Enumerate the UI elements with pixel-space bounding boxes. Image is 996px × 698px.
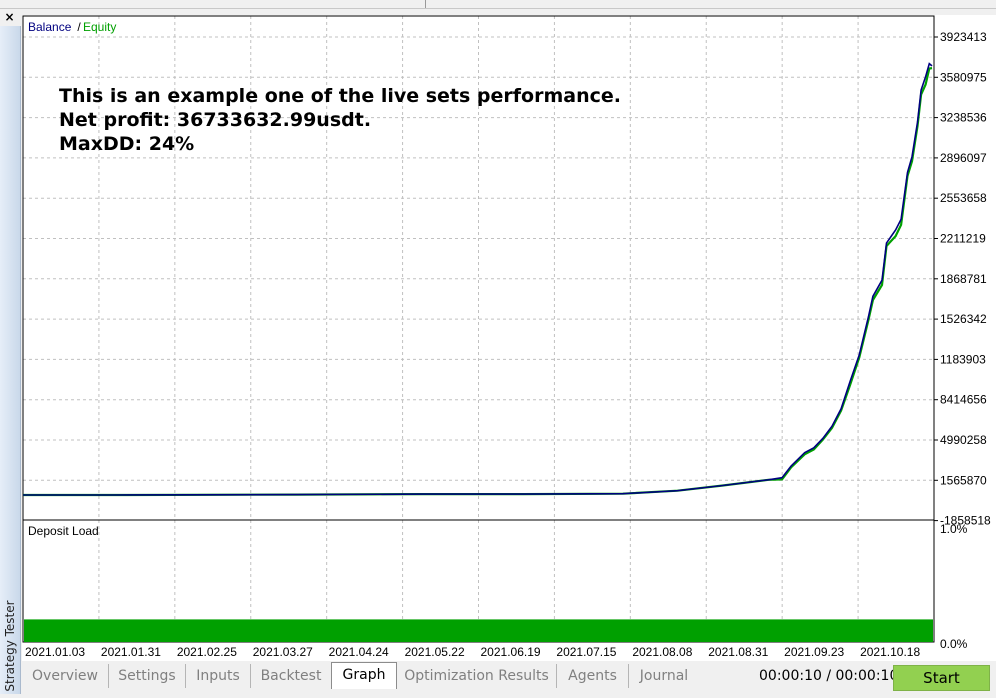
x-tick-label: 2021.04.24 [329,645,389,659]
x-tick-label: 2021.01.31 [101,645,161,659]
y-tick-label: 1183903 [940,352,986,366]
x-tick-label: 2021.02.25 [177,645,237,659]
tab-journal[interactable]: Journal [629,664,699,688]
tab-settings[interactable]: Settings [109,664,186,688]
side-tab-label: Strategy Tester [3,600,17,692]
y-tick-label: 2896097 [940,151,987,165]
legend-balance: Balance [28,20,72,34]
legend-equity: Equity [83,20,116,34]
close-button[interactable]: × [1,9,18,26]
y-tick-label: 4990258 [940,433,987,447]
tab-agents[interactable]: Agents [557,664,629,688]
y-tick-label: 1868781 [940,272,987,286]
y-tick-label: 3238536 [940,111,987,125]
tab-inputs[interactable]: Inputs [186,664,251,688]
x-tick-label: 2021.10.18 [860,645,920,659]
tab-overview[interactable]: Overview [22,664,109,688]
balance-equity-chart: 3923413 3580975 3238536 2896097 2553658 22112… [22,15,991,659]
x-tick-label: 2021.01.03 [25,645,85,659]
deposit-load-tick-label: 1.0% [940,522,968,536]
x-tick-label: 2021.06.19 [481,645,541,659]
x-tick-label: 2021.09.23 [784,645,844,659]
strategy-tester-side-tab[interactable]: Strategy Tester [0,26,21,694]
top-strip [0,0,996,9]
y-tick-label: 1526342 [940,312,987,326]
y-tick-label: 2211219 [940,232,986,246]
x-tick-label: 2021.08.08 [632,645,692,659]
splitter-notch[interactable] [425,0,426,8]
tab-optimization-results[interactable]: Optimization Results [397,664,557,688]
annotation-line-3: MaxDD: 24% [59,133,194,155]
chart-area: 3923413 3580975 3238536 2896097 2553658 22112… [22,15,996,661]
x-tick-label: 2021.05.22 [405,645,465,659]
start-button[interactable]: Start [893,665,990,691]
deposit-load-bar [24,619,933,642]
deposit-load-tick-label: 0.0% [940,637,968,651]
elapsed-timer: 00:00:10 / 00:00:10 [759,668,899,684]
deposit-load-title: Deposit Load [28,524,99,538]
annotation-line-1: This is an example one of the live sets … [59,85,621,107]
y-tick-label: 1565870 [940,473,987,487]
y-tick-label: 3923413 [940,30,987,44]
x-tick-label: 2021.07.15 [556,645,616,659]
annotation-line-2: Net profit: 36733632.99usdt. [59,109,371,131]
tab-graph[interactable]: Graph [331,662,397,689]
x-tick-label: 2021.03.27 [253,645,313,659]
y-tick-label: 2553658 [940,191,987,205]
y-tick-label: 3580975 [940,70,987,84]
x-tick-label: 2021.08.31 [708,645,768,659]
y-tick-label: 8414656 [940,393,987,407]
tab-backtest[interactable]: Backtest [251,664,331,688]
